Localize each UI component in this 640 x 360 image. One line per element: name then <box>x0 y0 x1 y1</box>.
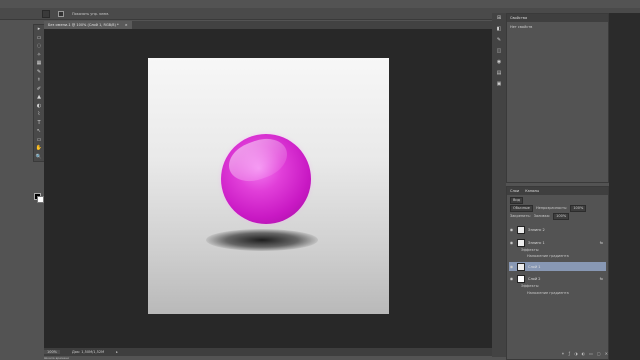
pencil-tool-icon[interactable]: ✐ <box>34 85 44 94</box>
layers-filter-row: Вид <box>510 196 605 204</box>
visibility-eye-icon[interactable]: ◉ <box>509 264 514 269</box>
paragraph-icon[interactable]: ◫ <box>494 48 504 56</box>
properties-tab[interactable]: Свойства <box>507 14 608 22</box>
opacity-field[interactable]: 100% <box>570 204 587 212</box>
document-tab-title: Без имени-1 @ 100% (Слой 1, RGB/8) * <box>48 23 119 27</box>
folder-icon[interactable]: ▭ <box>589 351 593 357</box>
blend-row: Обычные Непрозрачность: 100% <box>510 204 605 212</box>
link-icon[interactable]: ⚭ <box>561 351 564 357</box>
tab-layers[interactable]: Слои <box>510 189 519 193</box>
path-select-tool-icon[interactable]: ↖ <box>34 127 44 136</box>
trash-icon[interactable]: ✕ <box>605 351 608 357</box>
brush-presets-icon[interactable]: ✎ <box>494 37 504 45</box>
mask-icon[interactable]: ◑ <box>574 351 578 357</box>
timeline-tab[interactable]: Шкала времени <box>44 356 69 360</box>
properties-empty: Нет свойств <box>510 25 533 29</box>
ball-shadow <box>206 229 318 251</box>
fx-footer-icon[interactable]: ƒ <box>569 351 570 357</box>
zoom-level[interactable]: 100% <box>44 350 61 354</box>
healing-tool-icon[interactable]: ⚕ <box>34 76 44 85</box>
swatches-icon[interactable]: ▤ <box>494 70 504 78</box>
stamp-tool-icon[interactable]: ▲ <box>34 93 44 102</box>
layer-name: Слой 1 <box>528 264 541 269</box>
layer-row[interactable]: ◉ Эллипс 2 <box>509 225 606 234</box>
size-field[interactable] <box>42 9 50 18</box>
layers-tabs: Слои Каналы <box>507 187 608 195</box>
lock-row: Закрепить: Заливка: 100% <box>510 212 605 220</box>
layer-name: Эллипс 2 <box>528 227 545 232</box>
lasso-tool-icon[interactable]: ◌ <box>34 42 44 51</box>
color-icon[interactable]: ◉ <box>494 59 504 67</box>
doc-info: Док: 1,50M/1,52M <box>72 350 105 354</box>
layer-name: Слой 2 <box>528 276 541 281</box>
right-margin <box>609 13 640 360</box>
layer-filter-select[interactable]: Вид <box>510 196 524 204</box>
layers-panel: Слои Каналы Вид Обычные Непрозрачность: … <box>506 186 609 360</box>
type-tool-icon[interactable]: T <box>34 119 44 128</box>
move-tool-icon[interactable]: ▸ <box>34 25 44 34</box>
visibility-eye-icon[interactable]: ◉ <box>509 276 514 281</box>
hand-tool-icon[interactable]: ✋ <box>34 144 44 153</box>
document-tab[interactable]: Без имени-1 @ 100% (Слой 1, RGB/8) * × <box>44 21 132 29</box>
properties-icon[interactable]: ◧ <box>494 26 504 34</box>
layer-thumbnail <box>517 238 525 247</box>
layer-row[interactable]: ◉ Слой 2 fx <box>509 274 606 283</box>
fill-field[interactable]: 100% <box>553 212 570 220</box>
status-bar: 100% Док: 1,50M/1,52M ▸ <box>44 348 492 356</box>
layers-footer: ⚭ ƒ ◑ ◐ ▭ ▢ ✕ <box>510 351 608 357</box>
properties-panel: Свойства Нет свойств <box>506 13 609 183</box>
magic-wand-tool-icon[interactable]: ✧ <box>34 51 44 60</box>
status-arrow-icon[interactable]: ▸ <box>116 350 118 354</box>
adjustment-icon[interactable]: ◐ <box>582 351 586 357</box>
new-layer-icon[interactable]: ▢ <box>597 351 601 357</box>
layer-thumbnail <box>517 262 525 271</box>
document-tab-bar: Без имени-1 @ 100% (Слой 1, RGB/8) * × <box>44 21 492 29</box>
pen-tool-icon[interactable]: ⌇ <box>34 110 44 119</box>
show-controls-checkbox[interactable] <box>58 10 64 17</box>
layer-effects-label[interactable]: Эффекты <box>521 248 539 252</box>
menu-bar <box>0 0 640 8</box>
layer-name: Эллипс 1 <box>528 240 545 245</box>
marquee-tool-icon[interactable]: ▭ <box>34 34 44 43</box>
gradient-overlay-effect[interactable]: Наложение градиента <box>527 291 569 295</box>
shape-tool-icon[interactable]: ▭ <box>34 136 44 145</box>
close-icon[interactable]: × <box>125 21 128 29</box>
blend-mode-select[interactable]: Обычные <box>510 204 533 212</box>
opacity-label: Непрозрачность: <box>535 206 568 210</box>
background-color-swatch[interactable] <box>37 196 44 203</box>
gradient-overlay-effect[interactable]: Наложение градиента <box>527 254 569 258</box>
layer-thumbnail <box>517 274 525 283</box>
styles-icon[interactable]: ▣ <box>494 81 504 89</box>
panel-dock: ⊞ ◧ ✎ ◫ ◉ ▤ ▣ <box>492 13 506 357</box>
crop-tool-icon[interactable]: ▦ <box>34 59 44 68</box>
history-icon[interactable]: ⊞ <box>494 15 504 23</box>
layer-row-selected[interactable]: ◉ Слой 1 <box>509 262 606 271</box>
tab-channels[interactable]: Каналы <box>525 189 539 193</box>
fx-icon[interactable]: fx <box>600 277 603 281</box>
visibility-eye-icon[interactable]: ◉ <box>509 240 514 245</box>
visibility-eye-icon[interactable]: ◉ <box>509 227 514 232</box>
show-controls-label: Показать упр. элем. <box>72 11 110 16</box>
layer-row[interactable]: ◉ Эллипс 1 fx <box>509 238 606 247</box>
layer-effects-label[interactable]: Эффекты <box>521 284 539 288</box>
fx-icon[interactable]: fx <box>600 241 603 245</box>
zoom-tool-icon[interactable]: 🔍 <box>34 153 44 162</box>
brush-tool-icon[interactable]: ✎ <box>34 68 44 77</box>
dodge-tool-icon[interactable]: ◐ <box>34 102 44 111</box>
properties-title: Свойства <box>510 16 528 20</box>
lock-label: Закрепить: <box>510 214 531 218</box>
layer-thumbnail <box>517 225 525 234</box>
fill-label: Заливка: <box>533 214 551 218</box>
